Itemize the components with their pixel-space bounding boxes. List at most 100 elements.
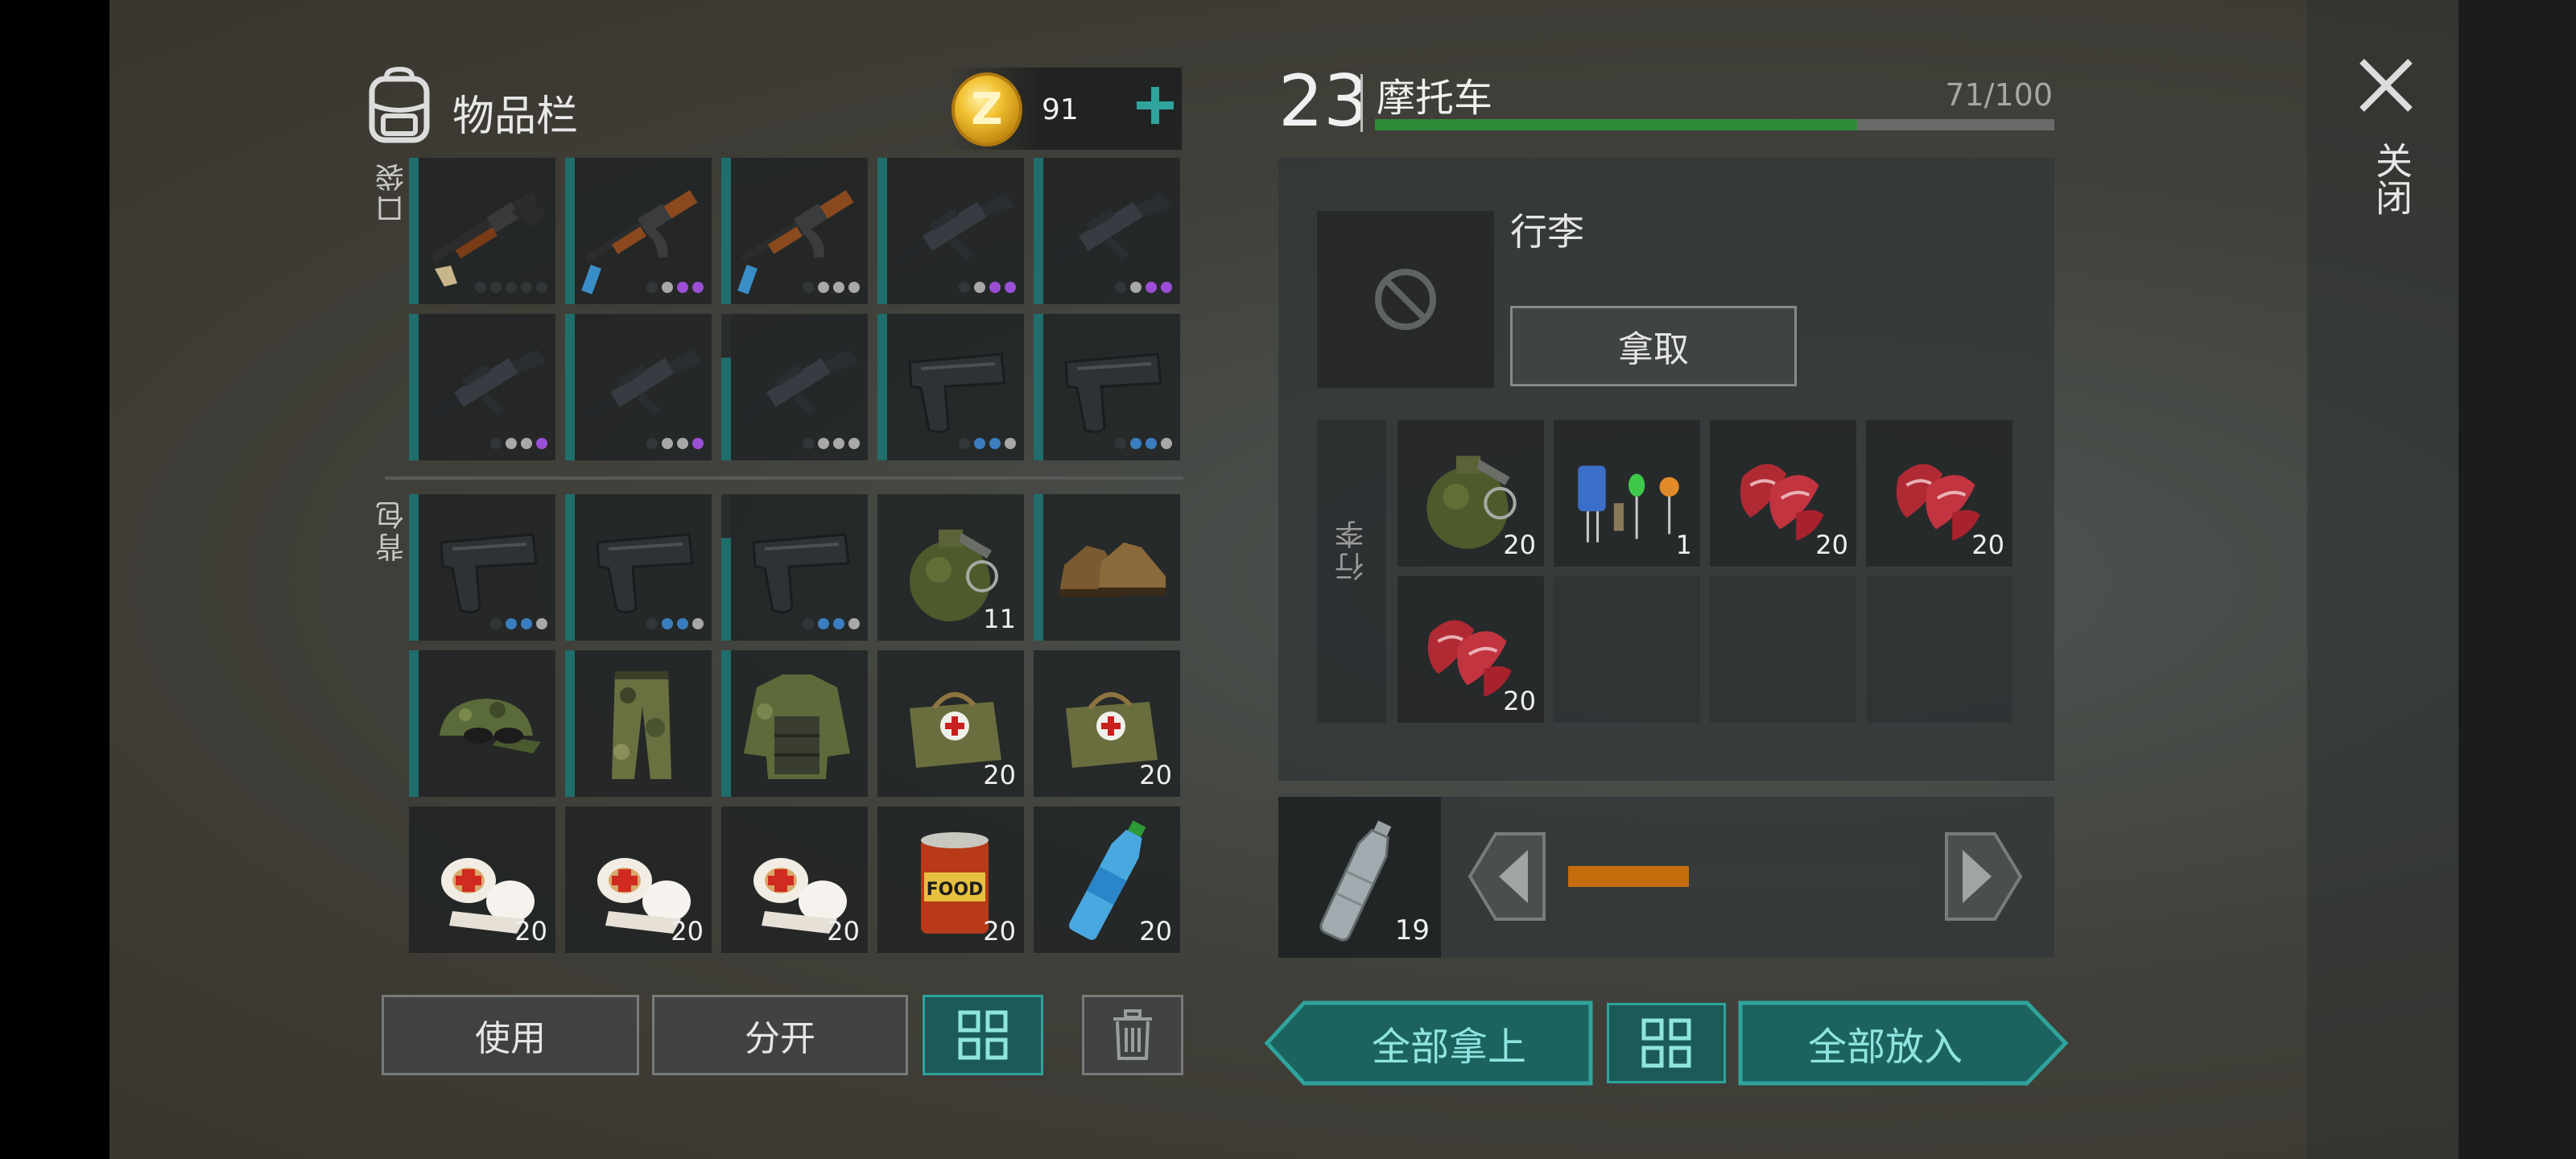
pocket-slot[interactable]	[1034, 158, 1180, 304]
backpack-slot[interactable]	[721, 494, 868, 641]
boots-icon	[1059, 542, 1166, 597]
pocket-slot[interactable]	[409, 158, 555, 304]
upgrade-dots	[803, 618, 860, 629]
add-coins-button[interactable]	[1129, 79, 1182, 132]
pistol-icon	[752, 533, 850, 614]
container-sort-button[interactable]	[1607, 1003, 1726, 1083]
backpack-slot[interactable]	[409, 494, 555, 641]
pocket-label: 口袋	[376, 159, 409, 224]
sort-button[interactable]	[923, 995, 1043, 1075]
backpack-slot[interactable]: 20	[877, 650, 1024, 797]
pocket-slot[interactable]	[877, 158, 1024, 304]
backpack-slot[interactable]	[721, 650, 868, 797]
durability-fill	[1375, 119, 1858, 130]
rarity-bar	[565, 314, 575, 460]
m16-rifle-icon	[1054, 193, 1171, 263]
backpack-slot[interactable]	[565, 494, 712, 641]
pocket-slot[interactable]	[565, 314, 712, 460]
pocket-slot[interactable]	[721, 314, 868, 460]
level-separator	[1360, 74, 1363, 132]
decrease-arrow-button[interactable]	[1467, 829, 1547, 924]
item-quantity: 20	[1139, 760, 1172, 790]
put-all-button[interactable]: 全部放入	[1740, 1003, 2030, 1083]
take-button[interactable]: 拿取	[1510, 306, 1797, 386]
durability-bar	[1375, 119, 2054, 130]
container-empty-slot[interactable]	[1710, 576, 1856, 723]
m16-rifle-icon	[898, 193, 1015, 263]
inventory-header: 物品栏 Z 91	[362, 60, 1183, 164]
upgrade-dots	[1115, 282, 1172, 293]
item-quantity: 20	[983, 760, 1016, 790]
pocket-slot[interactable]	[1034, 314, 1180, 460]
upgrade-dots	[490, 618, 547, 629]
item-quantity: 20	[1503, 530, 1536, 560]
close-label[interactable]: 关闭	[2365, 142, 2418, 216]
container-slot[interactable]: 20	[1397, 576, 1544, 723]
durability-text: 71/100	[1945, 77, 2053, 113]
transfer-panel: 19	[1278, 797, 2054, 958]
upgrade-dots	[959, 438, 1016, 449]
backpack-icon	[369, 66, 430, 143]
container-level: 23	[1278, 60, 1368, 142]
pocket-slot[interactable]	[565, 158, 712, 304]
pocket-slot[interactable]	[721, 158, 868, 304]
backpack-slot[interactable]: 20	[1034, 806, 1180, 953]
section-divider	[385, 476, 1183, 480]
m16-rifle-icon	[429, 349, 547, 419]
pocket-slot[interactable]	[877, 314, 1024, 460]
backpack-slot[interactable]: FOOD 20	[877, 806, 1024, 953]
bag-slot[interactable]	[1317, 211, 1494, 388]
split-button[interactable]: 分开	[652, 995, 908, 1075]
delete-button[interactable]	[1082, 995, 1183, 1075]
backpack-slot[interactable]: 20	[409, 806, 555, 953]
grid-sort-icon	[1641, 1018, 1691, 1068]
upgrade-dots	[646, 618, 704, 629]
item-quantity: 20	[1503, 686, 1536, 716]
item-quantity: 20	[671, 916, 704, 947]
rarity-bar	[409, 650, 419, 797]
container-slot[interactable]: 20	[1710, 420, 1856, 567]
inventory-title: 物品栏	[452, 93, 579, 141]
increase-arrow-button[interactable]	[1943, 829, 2024, 924]
rarity-bar	[565, 494, 575, 641]
transfer-item-slot[interactable]: 19	[1278, 797, 1441, 958]
upgrade-dots	[646, 282, 704, 293]
pistol-icon	[440, 533, 538, 614]
item-quantity: 20	[1815, 530, 1848, 560]
pocket-slot[interactable]	[409, 314, 555, 460]
close-icon[interactable]	[2354, 53, 2418, 118]
rarity-bar	[1034, 314, 1043, 460]
backpack-slot[interactable]	[565, 650, 712, 797]
bag-label: 行李	[1510, 210, 1584, 254]
container-empty-slot[interactable]	[1866, 576, 2013, 723]
container-slot[interactable]: 20	[1866, 420, 2013, 567]
backpack-slot[interactable]: 11	[877, 494, 1024, 641]
m16-rifle-icon	[741, 349, 859, 419]
backpack-slot[interactable]	[409, 650, 555, 797]
container-empty-slot[interactable]	[1554, 576, 1700, 723]
container-panel: 行李 拿取 行李 20 1 20 20 20	[1278, 158, 2054, 781]
svg-text:FOOD: FOOD	[927, 880, 984, 900]
backpack-slot[interactable]: 20	[565, 806, 712, 953]
quantity-slider[interactable]	[1568, 866, 1922, 887]
rarity-bar	[877, 314, 887, 460]
use-button[interactable]: 使用	[382, 995, 639, 1075]
camo-pants-icon	[612, 671, 671, 779]
item-quantity: 20	[1971, 530, 2004, 560]
container-slot[interactable]: 1	[1554, 420, 1700, 567]
rarity-bar	[565, 650, 575, 797]
container-side-tab: 行李	[1317, 420, 1386, 723]
item-quantity: 1	[1675, 530, 1692, 560]
item-quantity: 20	[827, 916, 860, 947]
backpack-slot[interactable]: 20	[1034, 650, 1180, 797]
ak-rifle-icon	[581, 190, 698, 295]
electronics-icon	[1578, 465, 1679, 542]
coin-icon: Z	[952, 72, 1022, 146]
backpack-slot[interactable]	[1034, 494, 1180, 641]
rarity-bar	[1034, 158, 1043, 304]
rarity-bar	[409, 494, 419, 641]
container-slot[interactable]: 20	[1397, 420, 1544, 567]
rarity-bar	[409, 158, 419, 304]
backpack-slot[interactable]: 20	[721, 806, 868, 953]
take-all-button[interactable]: 全部拿上	[1304, 1003, 1594, 1083]
